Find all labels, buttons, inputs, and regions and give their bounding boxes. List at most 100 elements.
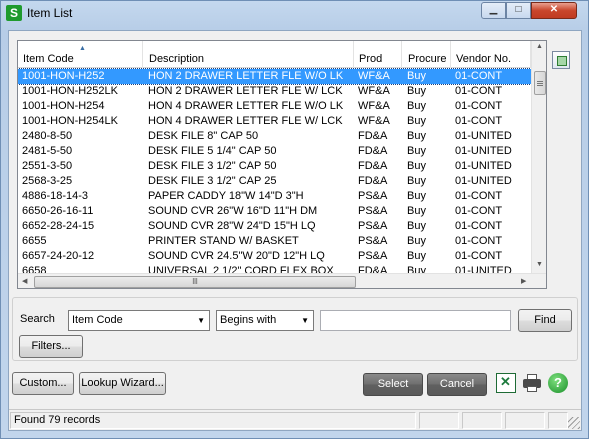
table-cell: PS&A (358, 190, 388, 202)
dialog-body: Item Code ▲ Description Prod Procure Ven… (8, 30, 582, 431)
table-cell: 2480-8-50 (22, 130, 73, 142)
table-cell: Buy (407, 160, 426, 172)
search-operator-value: Begins with (220, 314, 277, 326)
lookup-wizard-button[interactable]: Lookup Wizard... (79, 372, 166, 395)
table-cell: HON 4 DRAWER LETTER FLE W/ LCK (148, 115, 343, 127)
status-panel (548, 412, 568, 429)
table-cell: PRINTER STAND W/ BASKET (148, 235, 299, 247)
table-cell: HON 2 DRAWER LETTER FLE W/O LK (148, 70, 344, 82)
column-header-description[interactable]: Description (144, 41, 354, 68)
help-icon[interactable]: ? (548, 373, 568, 393)
vertical-scroll-thumb[interactable] (534, 71, 546, 95)
table-cell: 1001-HON-H252 (22, 70, 105, 82)
column-header-procure[interactable]: Procure (403, 41, 451, 68)
table-cell: 6652-28-24-15 (22, 220, 95, 232)
table-row[interactable]: 6655 PRINTER STAND W/ BASKET PS&A Buy 01-CON… (18, 234, 531, 249)
table-cell: 01-CONT (455, 100, 503, 112)
maximize-button[interactable]: □ (506, 2, 531, 19)
table-cell: 01-UNITED (455, 145, 512, 157)
minimize-button[interactable]: ▁ (481, 2, 506, 19)
search-panel: Search Item Code ▼ Begins with ▼ Find Fi… (12, 297, 578, 361)
table-row[interactable]: 1001-HON-H254 HON 4 DRAWER LETTER FLE W/O… (18, 99, 531, 114)
table-cell: 01-CONT (455, 205, 503, 217)
table-cell: Buy (407, 85, 426, 97)
scroll-right-icon[interactable]: ▶ (521, 277, 526, 285)
table-cell: 2551-3-50 (22, 160, 73, 172)
table-cell: Buy (407, 235, 426, 247)
table-cell: FD&A (358, 175, 388, 187)
search-operator-select[interactable]: Begins with ▼ (216, 310, 314, 331)
records-count-status: Found 79 records (10, 412, 416, 429)
table-row[interactable]: 1001-HON-H252 HON 2 DRAWER LETTER FLE W/O… (18, 68, 532, 85)
resize-grip-icon[interactable] (568, 417, 580, 429)
table-cell: 6650-26-16-11 (22, 205, 94, 217)
table-cell: 6655 (22, 235, 47, 247)
close-button[interactable]: ✕ (531, 2, 577, 19)
table-cell: DESK FILE 5 1/4" CAP 50 (148, 145, 277, 157)
custom-button[interactable]: Custom... (12, 372, 74, 395)
chevron-down-icon: ▼ (197, 316, 205, 325)
table-cell: SOUND CVR 28"W 24"D 15"H LQ (148, 220, 316, 232)
scroll-up-icon[interactable]: ▲ (536, 43, 543, 50)
printer-icon[interactable] (522, 373, 542, 393)
filters-button[interactable]: Filters... (19, 335, 83, 358)
table-row[interactable]: 2568-3-25 DESK FILE 3 1/2" CAP 25 FD&A Buy 0… (18, 174, 531, 189)
grid-settings-icon[interactable] (552, 51, 570, 69)
table-cell: 01-CONT (455, 115, 503, 127)
table-cell: DESK FILE 3 1/2" CAP 25 (148, 175, 277, 187)
table-cell: Buy (407, 100, 426, 112)
export-excel-icon[interactable] (496, 373, 516, 393)
table-cell: FD&A (358, 160, 388, 172)
search-input[interactable] (320, 310, 511, 331)
table-cell: FD&A (358, 145, 388, 157)
table-cell: 01-CONT (455, 220, 503, 232)
table-row[interactable]: 6650-26-16-11 SOUND CVR 26"W 16"D 11"H DM… (18, 204, 531, 219)
search-field-select[interactable]: Item Code ▼ (68, 310, 210, 331)
table-row[interactable]: 6652-28-24-15 SOUND CVR 28"W 24"D 15"H LQ… (18, 219, 531, 234)
table-cell: Buy (407, 175, 426, 187)
search-field-value: Item Code (72, 314, 123, 326)
select-button[interactable]: Select (363, 373, 423, 396)
table-cell: 01-UNITED (455, 130, 512, 142)
table-cell: 1001-HON-H254 (22, 100, 105, 112)
cancel-button[interactable]: Cancel (427, 373, 487, 396)
table-cell: FD&A (358, 130, 388, 142)
table-cell: 1001-HON-H254LK (22, 115, 118, 127)
grid-rows: 1001-HON-H252 HON 2 DRAWER LETTER FLE W/O… (18, 68, 532, 279)
scroll-down-icon[interactable]: ▼ (536, 261, 543, 268)
table-row[interactable]: 4886-18-14-3 PAPER CADDY 18"W 14"D 3"H PS&… (18, 189, 531, 204)
table-row[interactable]: 1001-HON-H252LK HON 2 DRAWER LETTER FLE W… (18, 84, 531, 99)
table-row[interactable]: 2481-5-50 DESK FILE 5 1/4" CAP 50 FD&A Buy 0… (18, 144, 531, 159)
vertical-scrollbar[interactable]: ▲ ▼ (531, 41, 546, 273)
item-list-window: S Item List ▁ □ ✕ Item Code ▲ Descriptio… (0, 0, 589, 439)
table-cell: WF&A (358, 100, 390, 112)
table-cell: PS&A (358, 250, 388, 262)
table-cell: 2568-3-25 (22, 175, 73, 187)
table-cell: Buy (407, 130, 426, 142)
find-button[interactable]: Find (518, 309, 572, 332)
table-row[interactable]: 2551-3-50 DESK FILE 3 1/2" CAP 50 FD&A Buy 0… (18, 159, 531, 174)
table-cell: Buy (407, 250, 426, 262)
column-header-vendor-no[interactable]: Vendor No. (451, 41, 531, 68)
horizontal-scroll-thumb[interactable]: lll (34, 276, 356, 288)
table-cell: 2481-5-50 (22, 145, 73, 157)
horizontal-scrollbar[interactable]: ◀ lll ▶ (18, 273, 546, 288)
window-title: Item List (27, 6, 73, 20)
table-cell: PS&A (358, 205, 388, 217)
app-logo-icon: S (6, 5, 22, 21)
column-header-prod[interactable]: Prod (354, 41, 402, 68)
table-row[interactable]: 2480-8-50 DESK FILE 8" CAP 50 FD&A Buy 01-UN… (18, 129, 531, 144)
table-cell: PS&A (358, 220, 388, 232)
table-row[interactable]: 6657-24-20-12 SOUND CVR 24.5"W 20"D 12"H … (18, 249, 531, 264)
table-row[interactable]: 1001-HON-H254LK HON 4 DRAWER LETTER FLE W… (18, 114, 531, 129)
table-cell: 4886-18-14-3 (22, 190, 89, 202)
table-cell: DESK FILE 3 1/2" CAP 50 (148, 160, 277, 172)
table-cell: HON 2 DRAWER LETTER FLE W/ LCK (148, 85, 343, 97)
table-cell: WF&A (358, 115, 390, 127)
scroll-left-icon[interactable]: ◀ (22, 277, 27, 285)
item-grid: Item Code ▲ Description Prod Procure Ven… (17, 40, 547, 289)
title-bar[interactable]: S Item List ▁ □ ✕ (1, 1, 588, 27)
sort-ascending-icon: ▲ (79, 45, 86, 52)
table-cell: WF&A (358, 85, 390, 97)
table-cell: Buy (407, 220, 426, 232)
